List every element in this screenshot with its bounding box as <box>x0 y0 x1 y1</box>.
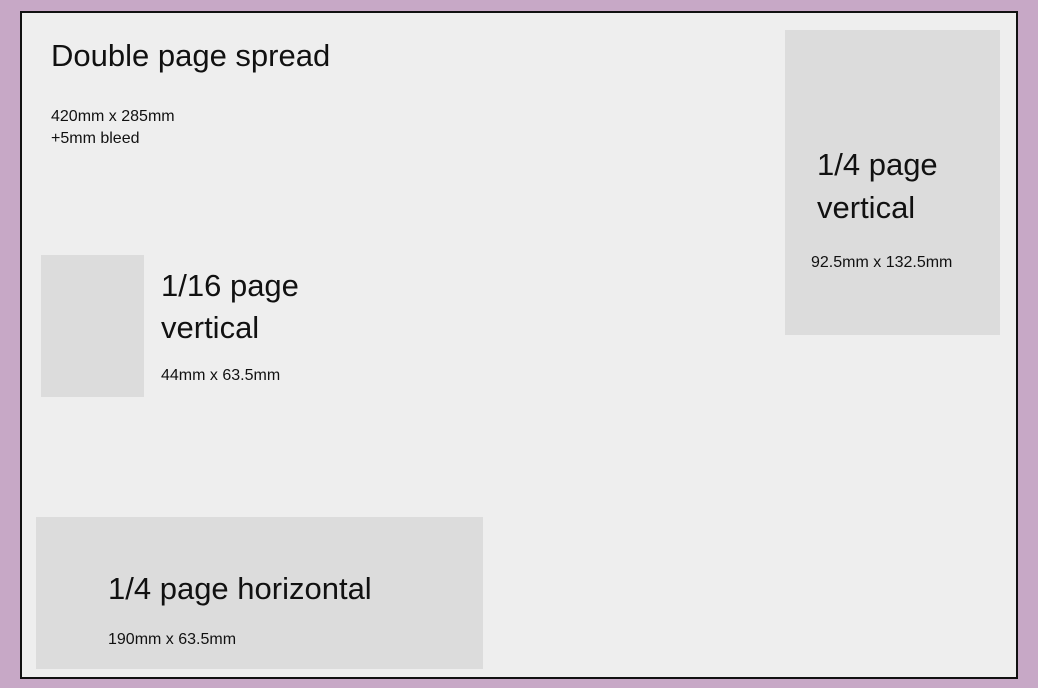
sixteenth-vertical-title-line2: vertical <box>161 310 260 345</box>
quarter-horizontal-title: 1/4 page horizontal <box>108 571 372 606</box>
spread-size: 420mm x 285mm <box>51 108 175 125</box>
quarter-vertical-title-line2: vertical <box>817 190 916 225</box>
spread-title: Double page spread <box>51 38 331 73</box>
sixteenth-vertical-size: 44mm x 63.5mm <box>161 367 281 384</box>
sixteenth-vertical-title-line1: 1/16 page <box>161 268 299 303</box>
quarter-horizontal-size: 190mm x 63.5mm <box>108 631 237 648</box>
quarter-vertical-title-line1: 1/4 page <box>817 147 938 182</box>
sixteenth-page-vertical-block <box>41 255 144 397</box>
spread-bleed: +5mm bleed <box>51 130 140 147</box>
double-page-spread: Double page spread 420mm x 285mm +5mm bl… <box>20 11 1018 679</box>
quarter-vertical-size: 92.5mm x 132.5mm <box>811 254 953 271</box>
